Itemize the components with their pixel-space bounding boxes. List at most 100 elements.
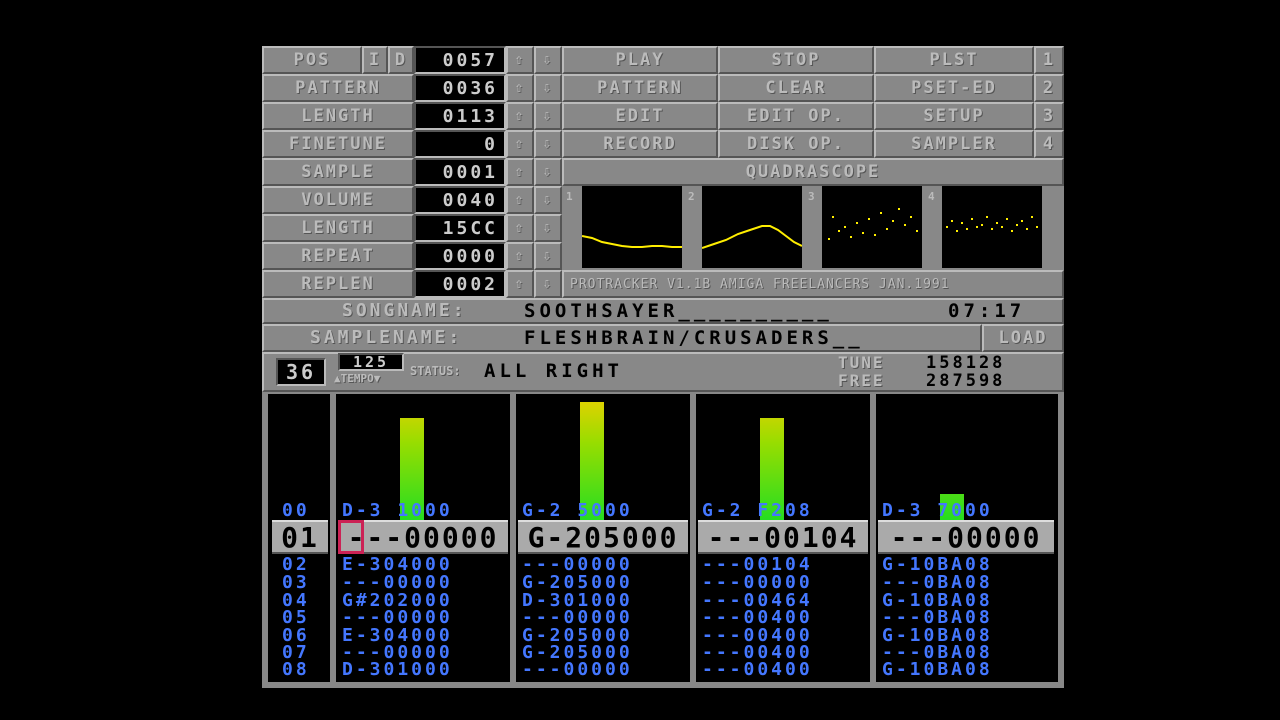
note-cell[interactable]: G-2 5000 [522,500,633,521]
quadrascope-panel: 1 2 3 4 [562,186,1064,270]
sample-up-arrow-icon[interactable]: ⇧ [506,158,534,186]
pset-ed-button[interactable]: PSET-ED [874,74,1034,102]
credits-text: PROTRACKER V1.1B AMIGA FREELANCERS JAN.1… [562,270,1064,298]
row-number: 08 [282,659,310,680]
note-cell[interactable]: D-301000 [342,659,453,680]
scope-3-label: 3 [808,190,815,203]
scope-channel-2[interactable] [701,186,803,268]
disk-op-button[interactable]: DISK OP. [718,130,874,158]
replen-label: REPLEN [262,270,414,298]
song-time: 07:17 [948,300,1026,322]
current-note-cell[interactable]: ---00104 [698,520,868,554]
volume-down-arrow-icon[interactable]: ⇩ [534,186,562,214]
tempo-down-arrow-icon[interactable]: ▼ [374,372,381,385]
samplename-label: SAMPLENAME: [310,327,463,348]
tempo-up-arrow-icon[interactable]: ▲ [334,372,341,385]
quadrascope-title: QUADRASCOPE [562,158,1064,186]
status-label: STATUS: [410,364,461,378]
free-value: 287598 [926,371,1006,391]
pattern-number-display: 36 [276,358,326,386]
pattern-down-arrow-icon[interactable]: ⇩ [534,74,562,102]
volume-label: VOLUME [262,186,414,214]
tune-value: 158128 [926,353,1006,373]
play-button[interactable]: PLAY [562,46,718,74]
repeat-value: 0000 [414,242,506,270]
pos-label: POS [262,46,362,74]
plst-button[interactable]: PLST [874,46,1034,74]
sample-length-label: LENGTH [262,214,414,242]
scope-2-label: 2 [688,190,695,203]
pattern-label: PATTERN [262,74,414,102]
sampler-button[interactable]: SAMPLER [874,130,1034,158]
screen-2-button[interactable]: 2 [1034,74,1064,102]
note-cell[interactable]: G-2 F208 [702,500,813,521]
note-cell[interactable]: D-3 1000 [342,500,453,521]
protracker-window: POS I D 0057 ⇧ ⇩ PATTERN 0036 ⇧ ⇩ LENGTH… [262,46,1064,688]
volume-up-arrow-icon[interactable]: ⇧ [506,186,534,214]
note-cell[interactable]: G-10BA08 [882,659,993,680]
current-note-cell[interactable]: ---00000 [878,520,1054,554]
finetune-label: FINETUNE [262,130,414,158]
repeat-up-arrow-icon[interactable]: ⇧ [506,242,534,270]
insert-pos-button[interactable]: I [362,46,388,74]
sample-value: 0001 [414,158,506,186]
edit-button[interactable]: EDIT [562,102,718,130]
scope-channel-3[interactable] [822,186,922,268]
pattern-up-arrow-icon[interactable]: ⇧ [506,74,534,102]
free-label: FREE [838,371,885,390]
samplename-field[interactable]: FLESHBRAIN/CRUSADERS__ [524,327,974,349]
setup-button[interactable]: SETUP [874,102,1034,130]
tempo-control[interactable]: ▲TEMPO▼ [334,372,380,385]
current-row-number: 01 [272,520,328,554]
repeat-label: REPEAT [262,242,414,270]
edit-op-button[interactable]: EDIT OP. [718,102,874,130]
replen-down-arrow-icon[interactable]: ⇩ [534,270,562,298]
scope-4-wave [946,216,1038,232]
note-cell[interactable]: ---00400 [702,659,813,680]
tempo-label: TEMPO [340,372,374,385]
finetune-up-arrow-icon[interactable]: ⇧ [506,130,534,158]
current-note-cell[interactable]: G-205000 [518,520,688,554]
status-text: ALL RIGHT [484,360,623,382]
pos-up-arrow-icon[interactable]: ⇧ [506,46,534,74]
repeat-down-arrow-icon[interactable]: ⇩ [534,242,562,270]
sample-length-up-arrow-icon[interactable]: ⇧ [506,214,534,242]
clear-button[interactable]: CLEAR [718,74,874,102]
length-value: 0113 [414,102,506,130]
pattern-play-button[interactable]: PATTERN [562,74,718,102]
row-number: 00 [282,500,310,521]
songname-field[interactable]: SOOTHSAYER__________ [524,300,950,322]
scope-3-wave [828,208,918,240]
screen-3-button[interactable]: 3 [1034,102,1064,130]
songname-label: SONGNAME: [342,300,467,321]
finetune-down-arrow-icon[interactable]: ⇩ [534,130,562,158]
sample-length-down-arrow-icon[interactable]: ⇩ [534,214,562,242]
stop-button[interactable]: STOP [718,46,874,74]
pattern-value: 0036 [414,74,506,102]
finetune-value: 0 [414,130,506,158]
sample-down-arrow-icon[interactable]: ⇩ [534,158,562,186]
sample-label: SAMPLE [262,158,414,186]
pos-down-arrow-icon[interactable]: ⇩ [534,46,562,74]
tempo-value: 125 [338,353,404,371]
scope-channel-1[interactable] [581,186,682,268]
load-button[interactable]: LOAD [982,324,1064,352]
note-cell[interactable]: ---00000 [522,659,633,680]
sample-length-value: 15CC [414,214,506,242]
delete-pos-button[interactable]: D [388,46,414,74]
edit-cursor[interactable] [338,520,364,554]
scope-2-wave [701,225,803,249]
record-button[interactable]: RECORD [562,130,718,158]
length-label: LENGTH [262,102,414,130]
scope-1-wave [581,235,682,248]
screen-1-button[interactable]: 1 [1034,46,1064,74]
volume-value: 0040 [414,186,506,214]
scope-channel-4[interactable] [942,186,1042,268]
note-cell[interactable]: D-3 7000 [882,500,993,521]
replen-value: 0002 [414,270,506,298]
replen-up-arrow-icon[interactable]: ⇧ [506,270,534,298]
length-down-arrow-icon[interactable]: ⇩ [534,102,562,130]
screen-4-button[interactable]: 4 [1034,130,1064,158]
tune-label: TUNE [838,353,885,372]
length-up-arrow-icon[interactable]: ⇧ [506,102,534,130]
